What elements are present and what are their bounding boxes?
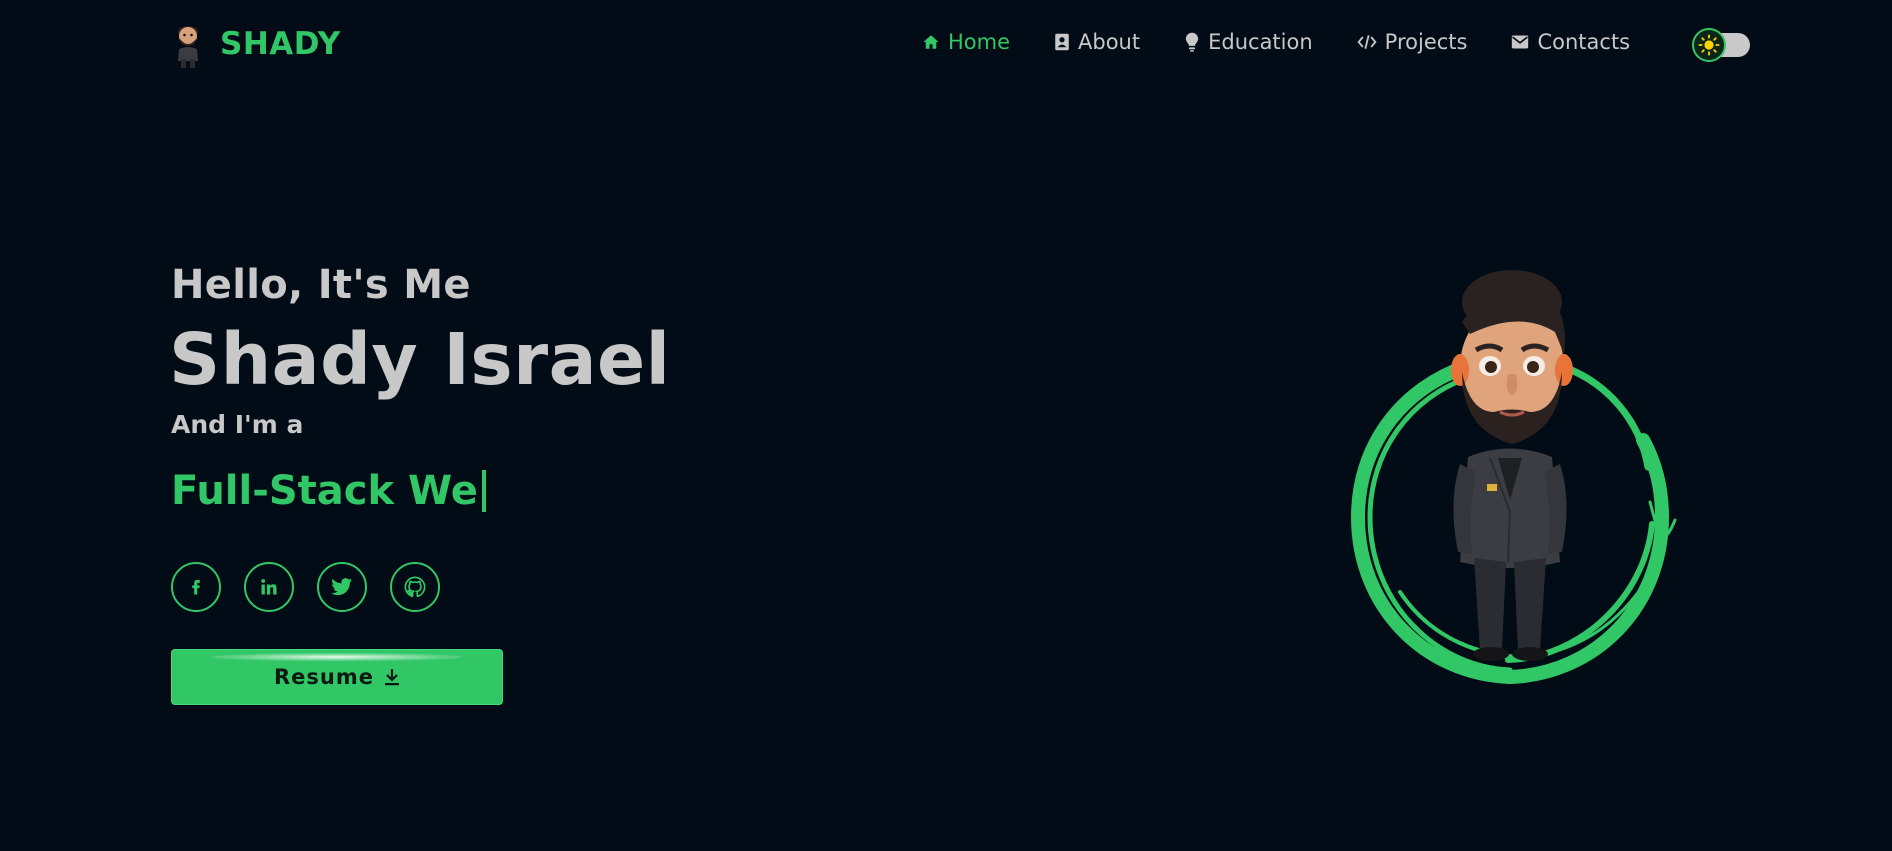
nav-item-label: Contacts <box>1537 30 1631 54</box>
button-shine <box>212 653 462 661</box>
github-icon <box>404 576 426 598</box>
hero-role-typed: Full-Stack We <box>171 468 486 514</box>
facebook-icon <box>192 579 200 595</box>
character-head <box>1451 270 1573 444</box>
nav-item-home[interactable]: Home <box>922 30 1010 54</box>
code-icon <box>1357 35 1377 49</box>
hero-greeting: Hello, It's Me <box>171 262 471 308</box>
nav-item-contacts[interactable]: Contacts <box>1511 30 1630 54</box>
nav-item-label: Education <box>1208 30 1313 54</box>
envelope-icon <box>1512 35 1529 49</box>
facebook-link[interactable] <box>171 562 221 612</box>
linkedin-link[interactable] <box>244 562 294 612</box>
home-icon <box>923 35 939 49</box>
github-link[interactable] <box>390 562 440 612</box>
toggle-knob <box>1692 28 1726 62</box>
download-icon <box>385 669 399 686</box>
brand-logo[interactable]: SHADY <box>168 19 341 69</box>
nav-item-label: Home <box>948 30 1011 54</box>
brand-name: SHADY <box>220 26 341 62</box>
main-nav: Home About Education Projects Contacts <box>922 30 1674 54</box>
hero-portrait <box>1350 270 1677 684</box>
hero-role-intro: And I'm a <box>171 410 304 439</box>
lightbulb-icon <box>1185 32 1199 52</box>
twitter-link[interactable] <box>317 562 367 612</box>
hero-name: Shady Israel <box>169 318 671 401</box>
typed-text: Full-Stack We <box>171 468 478 514</box>
avatar-icon <box>178 26 198 68</box>
nav-item-projects[interactable]: Projects <box>1357 30 1468 54</box>
linkedin-icon <box>261 579 277 595</box>
resume-label: Resume <box>274 665 374 689</box>
social-links <box>171 562 440 612</box>
theme-toggle[interactable] <box>1692 28 1750 62</box>
twitter-icon <box>331 578 352 596</box>
nav-item-education[interactable]: Education <box>1184 30 1313 54</box>
nav-item-label: Projects <box>1384 30 1468 54</box>
nav-item-label: About <box>1078 30 1141 54</box>
character <box>1453 448 1567 661</box>
sun-icon <box>1698 34 1720 56</box>
typing-caret <box>481 470 486 512</box>
resume-button[interactable]: Resume <box>171 649 503 705</box>
id-card-icon <box>1055 33 1069 51</box>
nav-item-about[interactable]: About <box>1054 30 1140 54</box>
site-header: SHADY Home About Education Projects Cont… <box>0 0 1892 92</box>
